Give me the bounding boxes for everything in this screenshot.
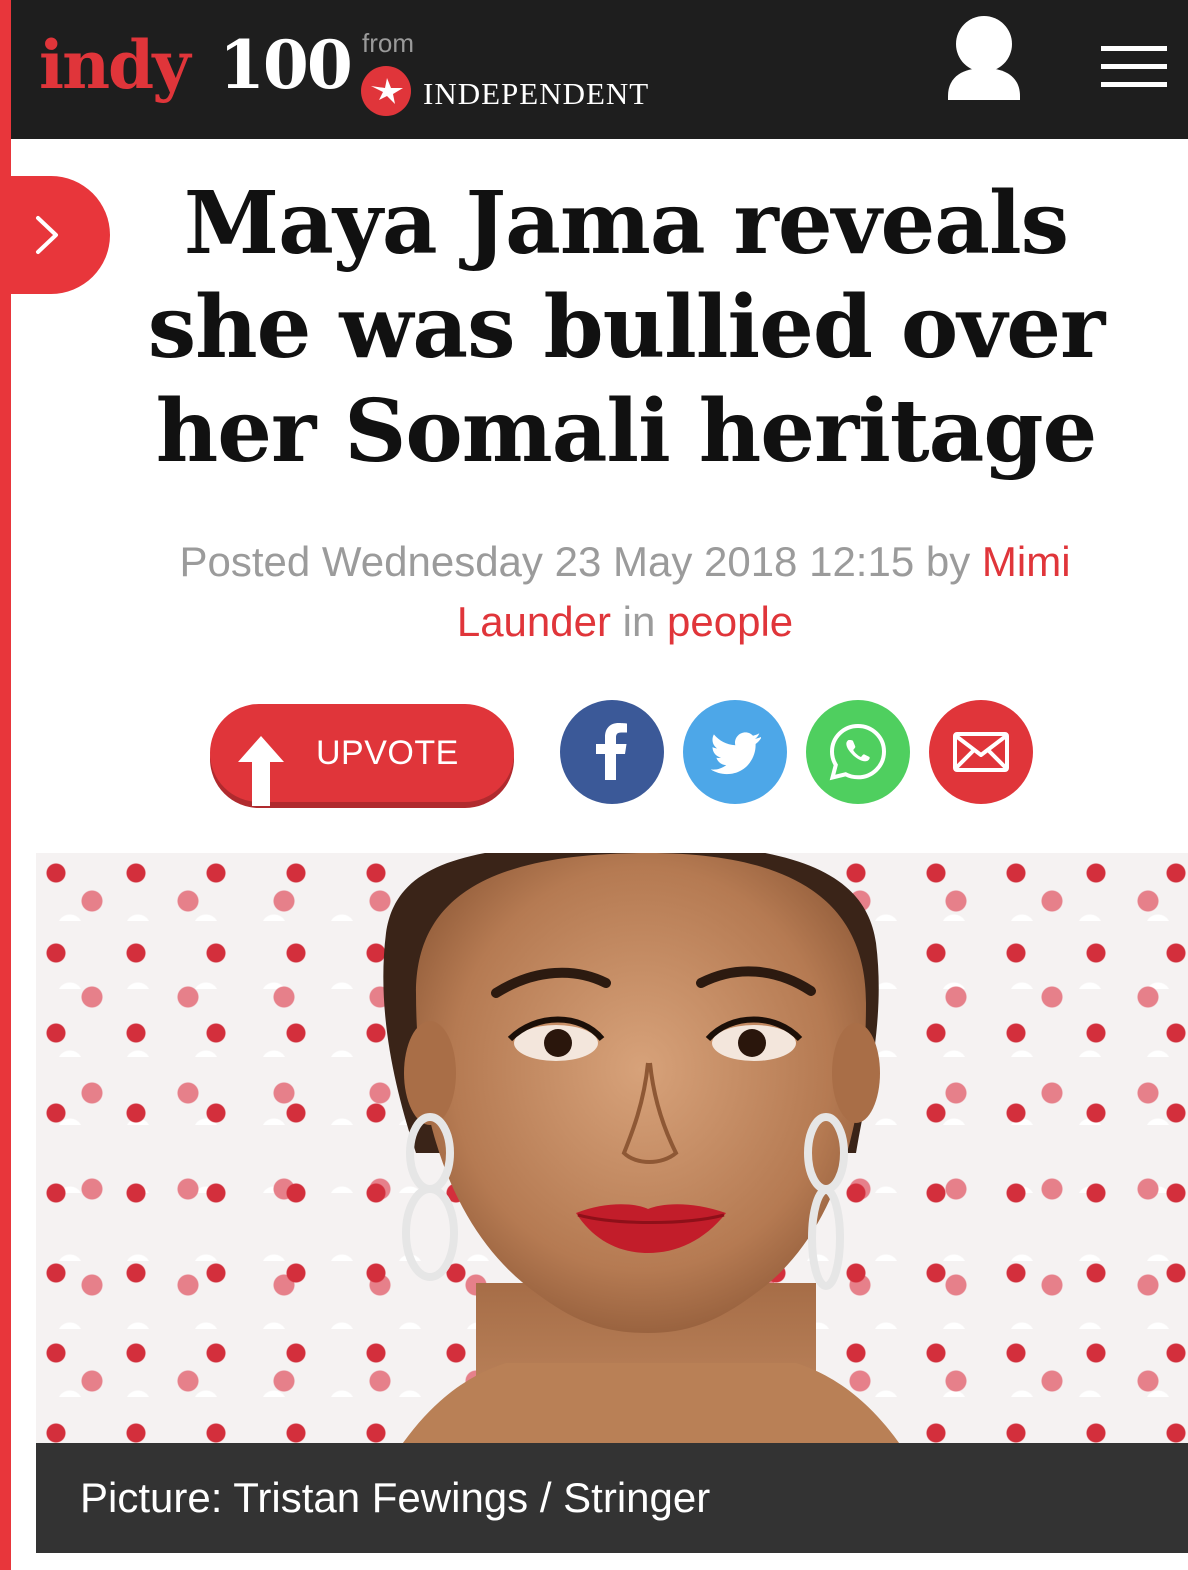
posted-date-text: Posted Wednesday 23 May 2018 12:15 by [179, 538, 982, 585]
share-whatsapp-button[interactable] [806, 700, 910, 804]
article-hero-image [36, 853, 1188, 1443]
top-navigation-bar: indy 100 from INDEPENDENT [11, 0, 1188, 139]
upvote-button[interactable]: UPVOTE [210, 704, 514, 806]
twitter-icon [710, 732, 761, 775]
chevron-right-icon [36, 216, 58, 254]
image-caption: Picture: Tristan Fewings / Stringer [80, 1474, 711, 1521]
user-icon[interactable] [946, 14, 1022, 106]
portrait-illustration [383, 853, 899, 1443]
logo-100-text: 100 [219, 26, 353, 104]
share-email-button[interactable] [929, 700, 1033, 804]
share-twitter-button[interactable] [683, 700, 787, 804]
image-caption-bar: Picture: Tristan Fewings / Stringer [36, 1443, 1188, 1553]
hamburger-menu-icon[interactable] [1101, 46, 1167, 88]
logo-from-text: from [362, 28, 414, 58]
article-byline: Posted Wednesday 23 May 2018 12:15 by Mi… [100, 532, 1150, 652]
in-text: in [610, 598, 668, 645]
share-facebook-button[interactable] [560, 700, 664, 804]
logo-indy-text: indy [39, 26, 191, 104]
arrow-up-icon [238, 736, 284, 806]
independent-eagle-icon [361, 66, 411, 116]
upvote-label: UPVOTE [316, 734, 459, 772]
facebook-icon [596, 723, 627, 780]
section-link[interactable]: people [667, 598, 793, 645]
logo-publisher-text: INDEPENDENT [423, 76, 650, 111]
side-drawer-toggle[interactable] [0, 176, 110, 294]
article-headline: Maya Jama reveals she was bullied over h… [147, 173, 1106, 482]
email-icon [953, 732, 1009, 772]
indy100-logo[interactable]: indy 100 from INDEPENDENT [39, 26, 719, 116]
whatsapp-icon [829, 723, 887, 781]
